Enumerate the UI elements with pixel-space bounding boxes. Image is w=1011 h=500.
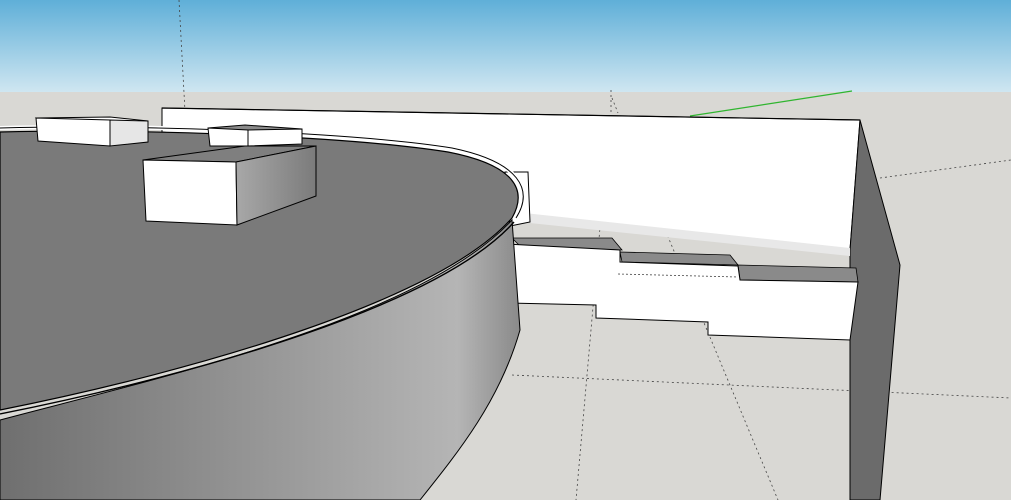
stepped-block-top-3 [737, 264, 859, 283]
modeling-viewport[interactable] [0, 0, 1011, 500]
sky [0, 0, 1011, 92]
small-box-center[interactable] [207, 124, 303, 147]
small-box-center-front [207, 127, 249, 147]
small-box-left-side [109, 119, 149, 147]
small-box-left[interactable] [34, 116, 149, 147]
small-box-center-side [247, 128, 303, 147]
large-box-front [142, 159, 238, 226]
3d-scene[interactable] [0, 0, 1011, 500]
small-box-left-front [35, 117, 111, 147]
